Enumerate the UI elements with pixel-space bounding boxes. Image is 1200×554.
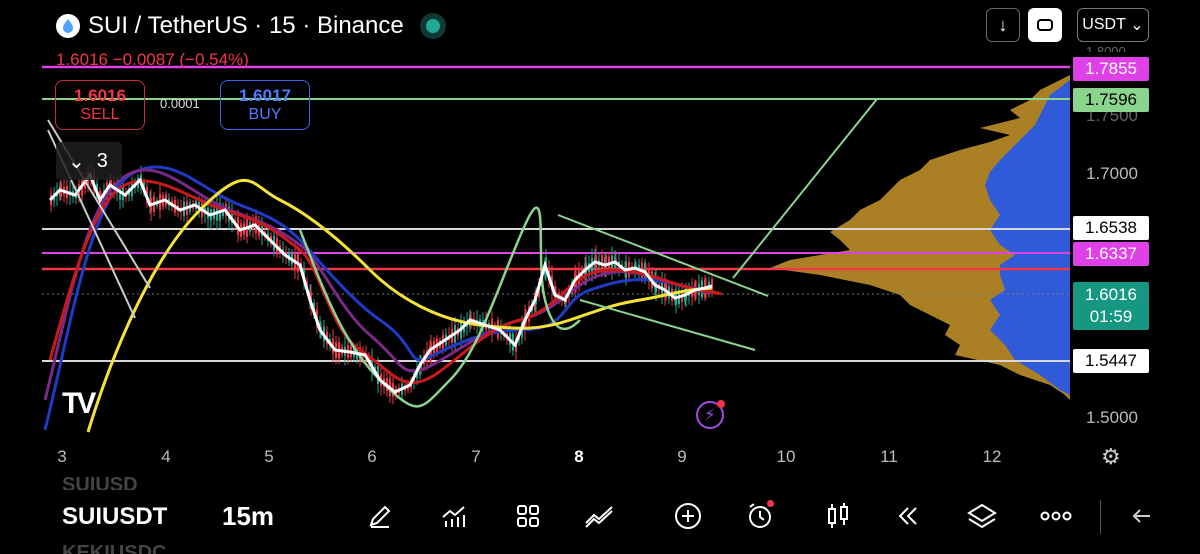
indicators-icon[interactable] [434,498,474,534]
time-tick-current: 8 [574,447,584,466]
currency-label: USDT [1082,16,1126,33]
indicators-toggle[interactable]: ⌄ 3 [56,142,122,180]
time-tick: 3 [57,447,67,466]
settings-icon[interactable]: ⚙ [1101,444,1121,470]
alert-dot [767,500,774,507]
plus-circle-icon[interactable] [668,498,708,534]
price-change-readout: 1.6016 −0.0087 (−0.54%) [56,50,249,69]
price-chart[interactable] [0,0,1200,470]
time-tick: 12 [982,447,1002,466]
trend-icon[interactable] [580,498,620,534]
buy-label: BUY [248,106,282,123]
sell-button[interactable]: 1.6016 SELL [55,80,145,130]
sui-coin-icon [56,14,80,38]
download-icon[interactable]: ↓ [986,8,1020,42]
buy-price: 1.6017 [239,86,291,105]
chevron-down-icon: ⌄ [68,150,85,173]
chart-header[interactable]: SUI / TetherUS · 15 · Binance [56,12,440,40]
market-open-indicator [425,19,440,33]
sell-price: 1.6016 [74,86,126,105]
symbol-title[interactable]: SUI / TetherUS · 15 · Binance [88,12,404,40]
last-price-tag[interactable]: 1.6016 01:59 [1073,282,1149,330]
indicators-count: 3 [96,149,108,172]
price-tick-1-70: 1.7000 [1086,164,1138,183]
layers-icon[interactable] [962,498,1002,534]
back-icon[interactable] [1122,498,1162,534]
swap-icon[interactable] [1028,8,1062,42]
chart-area[interactable]: SUI / TetherUS · 15 · Binance 1.6016 −0.… [0,0,1200,470]
symbol-next[interactable]: KEKIUSDC [62,542,166,554]
bottom-toolbar: SUIUSD SUIUSDT KEKIUSDC 15m [0,470,1200,554]
price-tag-1-7855[interactable]: 1.7855 [1073,57,1149,81]
price-tag-1-7596[interactable]: 1.7596 [1073,88,1149,112]
time-tick: 7 [471,447,481,466]
candles-icon[interactable] [818,498,858,534]
lightning-icon[interactable]: ⚡ [696,400,725,429]
tradingview-logo: TV [62,387,96,420]
pen-icon[interactable] [360,498,400,534]
price-tick-1-50: 1.5000 [1086,408,1138,427]
price-tag-1-6538[interactable]: 1.6538 [1073,216,1149,240]
symbol-name[interactable]: SUIUSDT [62,503,167,531]
spread-value: 0.0001 [160,96,200,111]
rewind-icon[interactable] [888,498,928,534]
time-tick: 9 [677,447,687,466]
last-price-value: 1.6016 [1085,285,1137,304]
channel-lower-line[interactable] [579,299,756,351]
more-icon[interactable] [1036,498,1076,534]
symbol-prev[interactable]: SUIUSD [62,474,138,490]
alarm-icon[interactable] [740,498,780,534]
sell-label: SELL [80,106,120,123]
grid-icon[interactable] [508,498,548,534]
price-tag-1-6337[interactable]: 1.6337 [1073,242,1149,266]
buy-button[interactable]: 1.6017 BUY [220,80,310,130]
volume-profile [770,75,1070,400]
ma-yellow [86,178,713,433]
price-tick-partial: 1.8000 [1086,44,1126,52]
timeframe-select[interactable]: 15m [222,501,274,532]
price-tag-1-5447[interactable]: 1.5447 [1073,349,1149,373]
time-tick: 6 [367,447,377,466]
time-tick: 10 [776,447,796,466]
bar-countdown: 01:59 [1089,307,1133,326]
time-tick: 5 [264,447,274,466]
toolbar-divider [1100,500,1101,534]
time-tick: 11 [880,447,898,466]
time-tick: 4 [161,447,171,466]
ma-light-green [298,206,581,408]
currency-select[interactable]: USDT ⌄ [1077,8,1149,42]
